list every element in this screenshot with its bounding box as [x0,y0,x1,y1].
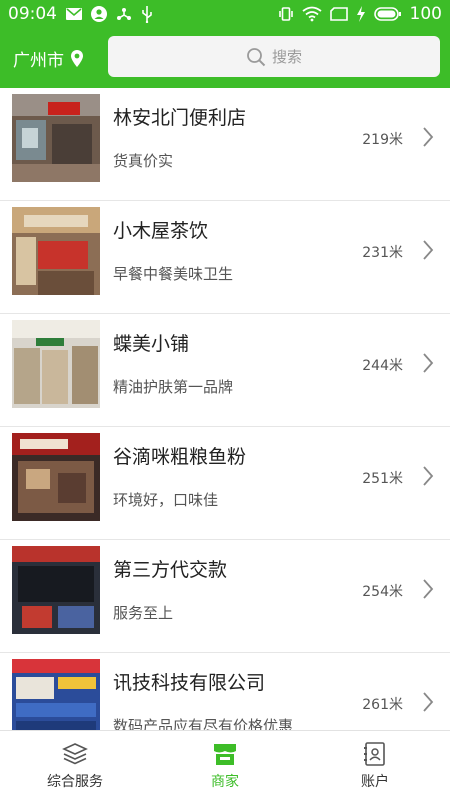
store-name: 第三方代交款 [113,559,228,581]
tab-label: 商家 [211,773,239,790]
app-screen: 09:04 100 广州市 搜索 林安北门便利店 货真价实 219米 小木屋茶饮… [0,0,450,800]
store-thumbnail [12,433,100,521]
battery-icon [373,7,402,21]
sim-icon [329,7,348,21]
search-placeholder: 搜索 [271,48,302,66]
layers-icon [62,741,88,767]
account-icon [91,6,107,22]
store-name: 讯技科技有限公司 [113,672,266,694]
wifi-icon [301,6,322,22]
store-distance: 261米 [362,697,403,713]
store-name: 蝶美小铺 [113,333,190,355]
chevron-right-icon [422,239,434,261]
charging-icon [356,6,366,22]
tab-merchants[interactable]: 商家 [150,731,300,800]
chevron-right-icon [422,352,434,374]
battery-level: 100 [409,4,442,24]
store-description: 早餐中餐美味卫生 [113,265,234,283]
city-selector[interactable]: 广州市 [13,46,105,71]
store-row[interactable]: 蝶美小铺 精油护肤第一品牌 244米 [0,314,450,427]
bottom-tab-bar: 综合服务 商家 账户 [0,730,450,800]
store-row[interactable]: 讯技科技有限公司 数码产品应有尽有价格优惠 261米 [0,653,450,730]
store-thumbnail [12,320,100,408]
store-name: 谷滴咪粗粮鱼粉 [113,446,247,468]
store-description: 服务至上 [113,604,174,622]
store-name: 小木屋茶饮 [113,220,209,242]
store-thumbnail [12,94,100,182]
contacts-icon [362,741,388,767]
store-list: 林安北门便利店 货真价实 219米 小木屋茶饮 早餐中餐美味卫生 231米 蝶美… [0,88,450,730]
store-row[interactable]: 林安北门便利店 货真价实 219米 [0,88,450,201]
store-thumbnail [12,207,100,295]
city-label: 广州市 [13,50,64,71]
chevron-right-icon [422,465,434,487]
store-description: 环境好，口味佳 [113,491,219,509]
store-description: 数码产品应有尽有价格优惠 [113,717,294,730]
store-thumbnail [12,546,100,634]
status-bar: 09:04 100 [0,0,450,28]
mail-icon [66,7,82,21]
usb-share-icon [116,6,132,22]
tab-label: 账户 [361,773,389,790]
tab-account[interactable]: 账户 [300,731,450,800]
tab-label: 综合服务 [47,773,103,790]
chevron-right-icon [422,578,434,600]
store-description: 货真价实 [113,152,174,170]
store-row[interactable]: 谷滴咪粗粮鱼粉 环境好，口味佳 251米 [0,427,450,540]
store-distance: 254米 [362,584,403,600]
store-distance: 219米 [362,132,403,148]
store-distance: 244米 [362,358,403,374]
store-row[interactable]: 第三方代交款 服务至上 254米 [0,540,450,653]
store-distance: 251米 [362,471,403,487]
status-time: 09:04 [8,4,57,24]
store-name: 林安北门便利店 [113,107,247,129]
location-pin-icon [70,49,84,68]
vibrate-icon [278,6,294,22]
tab-services[interactable]: 综合服务 [0,731,150,800]
app-header: 广州市 搜索 [0,28,450,88]
chevron-right-icon [422,126,434,148]
chevron-right-icon [422,691,434,713]
store-thumbnail [12,659,100,730]
search-bar[interactable]: 搜索 [108,36,440,77]
store-description: 精油护肤第一品牌 [113,378,234,396]
store-icon [212,741,238,767]
store-distance: 231米 [362,245,403,261]
store-row[interactable]: 小木屋茶饮 早餐中餐美味卫生 231米 [0,201,450,314]
usb-icon [141,5,153,23]
search-icon [246,47,266,67]
